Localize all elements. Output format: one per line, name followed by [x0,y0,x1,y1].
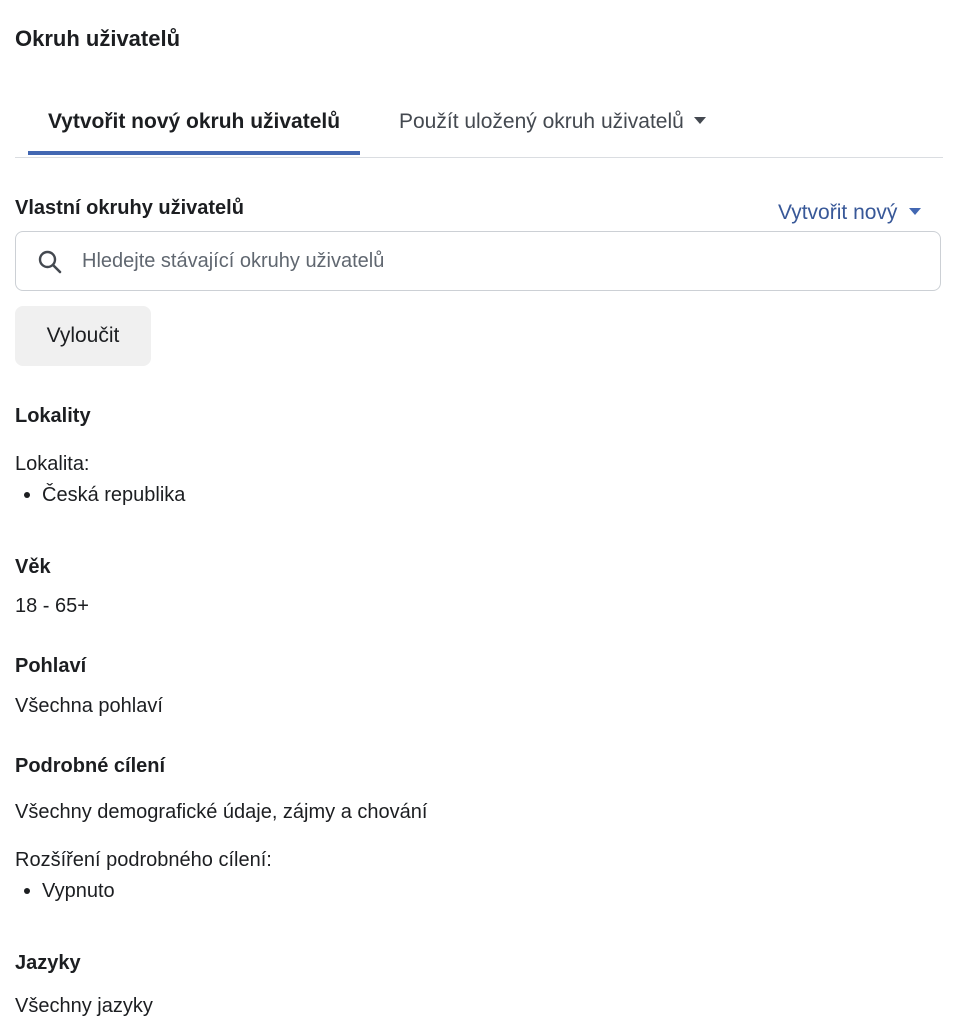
custom-audiences-label: Vlastní okruhy uživatelů [15,197,244,219]
targeting-expansion-value: Vypnuto [42,880,115,902]
gender-value: Všechna pohlaví [15,695,163,717]
search-icon [38,250,62,274]
audience-search-box[interactable] [15,231,941,291]
caret-down-icon [909,207,922,215]
tab-create-label: Vytvořit nový okruh uživatelů [47,110,341,133]
tab-saved-label: Použít uložený okruh uživatelů [399,110,684,133]
targeting-expansion-label: Rozšíření podrobného cílení: [15,849,272,871]
caret-down-icon [693,116,706,124]
tab-use-saved-audience[interactable]: Použít uložený okruh uživatelů [399,95,706,155]
list-item: Vypnuto [24,880,115,903]
bullet-icon [24,491,30,498]
age-value: 18 - 65+ [15,595,89,617]
bullet-icon [24,887,30,894]
search-input[interactable] [82,246,922,276]
audience-tabs: Vytvořit nový okruh uživatelů Použít ulo… [15,95,943,158]
location-label: Lokalita: [15,453,90,475]
list-item: Česká republika [24,484,185,507]
gender-heading: Pohlaví [15,655,87,677]
create-new-dropdown[interactable]: Vytvořit nový [778,201,922,225]
age-heading: Věk [15,556,51,578]
page-title: Okruh uživatelů [15,26,181,51]
languages-value: Všechny jazyky [15,995,153,1017]
detailed-targeting-heading: Podrobné cílení [15,755,166,777]
languages-heading: Jazyky [15,952,81,974]
exclude-button[interactable]: Vyloučit [15,306,151,366]
active-tab-indicator [28,151,360,155]
location-value: Česká republika [42,484,186,506]
locations-heading: Lokality [15,405,91,427]
tab-create-new-audience[interactable]: Vytvořit nový okruh uživatelů [28,95,360,155]
detailed-targeting-value: Všechny demografické údaje, zájmy a chov… [15,801,428,823]
create-new-label: Vytvořit nový [778,201,898,224]
